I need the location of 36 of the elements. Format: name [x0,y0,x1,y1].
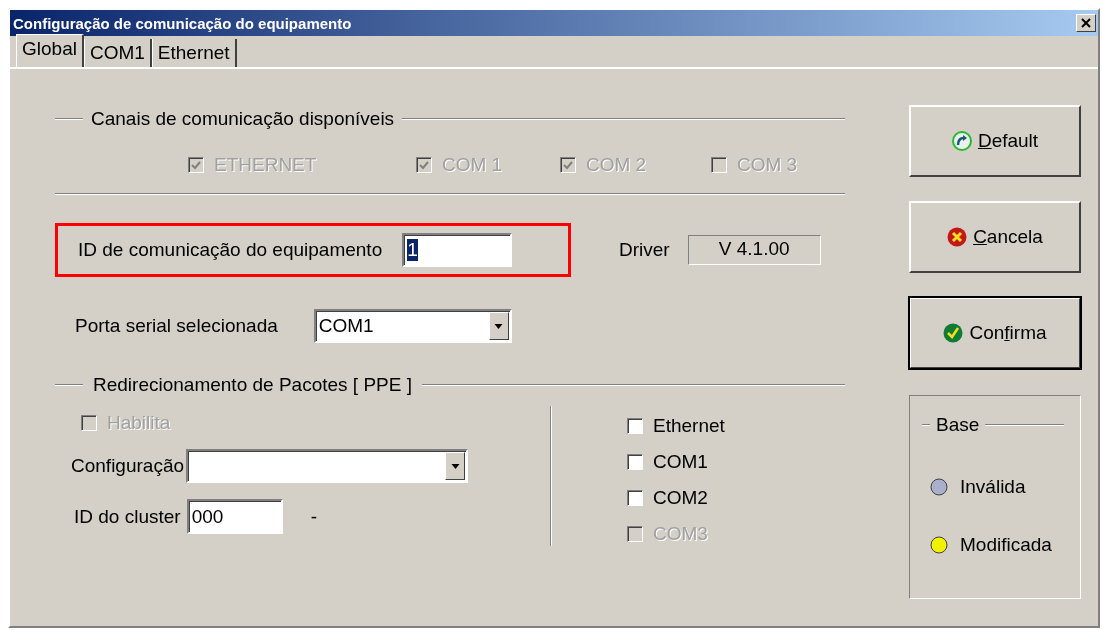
group-title: Canais de comunicação disponíveis [90,108,396,130]
field-label: Driver [619,239,670,261]
input-field[interactable]: 000 [186,499,283,534]
legend-label: Modificada [960,534,1052,556]
refresh-icon [951,131,972,151]
separator-text: - [310,505,317,528]
confirm-button[interactable]: Confirma [909,297,1081,369]
dropdown-arrow-icon [450,463,460,469]
checkbox[interactable]: COM1 [627,450,725,474]
field-label: Configuração [71,455,185,477]
field-label: ID do cluster [74,505,181,528]
tab[interactable]: Ethernet [151,39,237,67]
checkmark-icon [943,323,964,343]
group-title: Base [935,414,981,436]
version-readout: V 4.1.00 [687,235,821,265]
checkmark-icon [190,159,202,171]
checkmark-icon [418,159,430,171]
window-title: Configuração de comunicação do equipamento [13,14,352,32]
field-label: ID de comunicação do equipamento [78,239,383,261]
input-field[interactable]: 1 [402,233,513,267]
cancel-button[interactable]: Cancela [909,201,1081,273]
checkmark-icon [562,159,574,171]
field-label: Porta serial selecionada [75,315,278,337]
dropdown[interactable]: COM1 [313,309,512,343]
close-button[interactable] [1076,14,1096,32]
dropdown-arrow-icon [494,323,504,329]
checkbox[interactable]: Ethernet [627,414,725,438]
legend-label: Inválida [960,476,1026,498]
group-title: Redirecionamento de Pacotes [ PPE ] [92,374,413,396]
tab[interactable]: COM1 [83,39,152,67]
close-icon [1080,17,1092,29]
default-button[interactable]: Default [909,105,1081,177]
dropdown[interactable] [186,449,469,483]
tab[interactable]: Global [16,34,84,67]
cancel-icon [947,227,968,247]
checkbox[interactable]: COM2 [627,486,725,510]
